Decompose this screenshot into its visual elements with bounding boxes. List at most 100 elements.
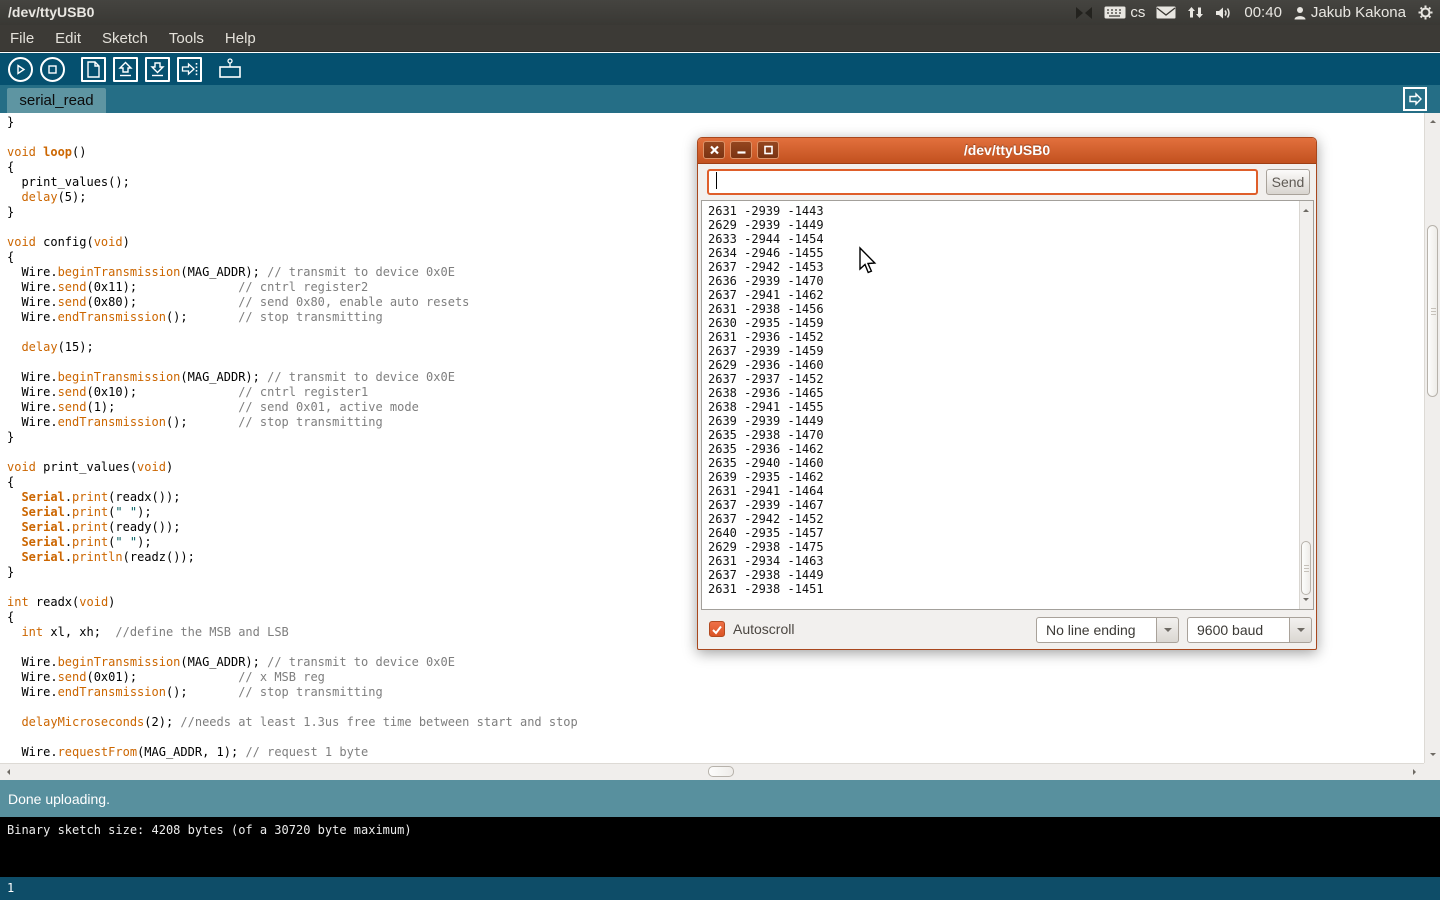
system-tray: cs 00:40 Jakub Kakona [1075, 0, 1434, 25]
serial-row: 2637 -2939 -1459 [708, 344, 824, 358]
minimize-button[interactable] [730, 141, 752, 159]
code-line [7, 730, 1424, 745]
user-session-indicator[interactable]: Jakub Kakona [1293, 4, 1406, 21]
verify-play-icon [7, 56, 34, 83]
serial-row: 2634 -2946 -1455 [708, 246, 824, 260]
baud-rate-select[interactable]: 9600 baud [1187, 617, 1290, 643]
session-gear-icon[interactable] [1417, 4, 1434, 21]
menu-item-sketch[interactable]: Sketch [102, 30, 148, 47]
serial-row: 2631 -2938 -1451 [708, 582, 824, 596]
console-output: Binary sketch size: 4208 bytes (of a 307… [0, 817, 1440, 877]
serial-row: 2639 -2939 -1449 [708, 414, 824, 428]
serial-row: 2631 -2934 -1463 [708, 554, 824, 568]
stop-button[interactable] [39, 56, 66, 83]
serial-row: 2630 -2935 -1459 [708, 316, 824, 330]
clock-indicator[interactable]: 00:40 [1244, 4, 1282, 21]
serial-row: 2635 -2940 -1460 [708, 456, 824, 470]
scroll-left-arrow-icon[interactable] [4, 769, 10, 775]
network-arrows-icon[interactable] [1187, 6, 1204, 19]
tab-menu-button[interactable] [1403, 87, 1427, 111]
serial-row: 2633 -2944 -1454 [708, 232, 824, 246]
save-button[interactable] [144, 56, 171, 83]
clock-label: 00:40 [1244, 4, 1282, 21]
serial-monitor-icon [217, 57, 244, 81]
maximize-button[interactable] [757, 141, 779, 159]
menu-bar: File Edit Sketch Tools Help [0, 25, 1440, 52]
text-caret [716, 172, 717, 189]
notifications-icon[interactable] [1075, 6, 1093, 20]
serial-scroll-thumb[interactable] [1301, 541, 1311, 595]
code-line: Wire.requestFrom(MAG_ADDR, 1); // reques… [7, 745, 1424, 760]
console-text: Binary sketch size: 4208 bytes (of a 307… [7, 823, 412, 837]
scroll-down-arrow-icon[interactable] [1430, 753, 1436, 759]
user-icon [1293, 6, 1307, 20]
editor-vertical-scrollbar[interactable] [1424, 113, 1440, 763]
verify-button[interactable] [7, 56, 34, 83]
code-line: Wire.send(0x01); // x MSB reg [7, 670, 1424, 685]
line-ending-select[interactable]: No line ending [1036, 617, 1157, 643]
menu-item-help[interactable]: Help [225, 30, 256, 47]
scroll-right-arrow-icon[interactable] [1413, 769, 1419, 775]
serial-row: 2637 -2939 -1467 [708, 498, 824, 512]
chevron-down-icon [1297, 628, 1305, 636]
mouse-cursor [857, 246, 879, 276]
line-number: 1 [7, 881, 14, 895]
menu-item-tools[interactable]: Tools [169, 30, 204, 47]
serial-output-scrollbar[interactable] [1299, 201, 1313, 609]
serial-row: 2639 -2935 -1462 [708, 470, 824, 484]
serial-row: 2637 -2938 -1449 [708, 568, 824, 582]
scroll-up-arrow-icon[interactable] [1430, 117, 1436, 123]
keyboard-layout-indicator[interactable]: cs [1104, 4, 1145, 21]
tab-serial-read[interactable]: serial_read [7, 88, 106, 113]
serial-send-input[interactable] [707, 169, 1258, 195]
stop-icon [39, 56, 66, 83]
menu-item-edit[interactable]: Edit [55, 30, 81, 47]
serial-output-area: 2631 -2939 -14432629 -2939 -14492633 -29… [701, 200, 1314, 610]
minimize-icon [736, 145, 747, 155]
serial-monitor-title: /dev/ttyUSB0 [698, 138, 1316, 163]
serial-row: 2637 -2942 -1453 [708, 260, 824, 274]
serial-row: 2638 -2941 -1455 [708, 400, 824, 414]
serial-scroll-down-icon[interactable] [1303, 598, 1309, 604]
serial-row: 2631 -2939 -1443 [708, 204, 824, 218]
code-line: Wire.endTransmission(); // stop transmit… [7, 685, 1424, 700]
serial-row: 2637 -2941 -1462 [708, 288, 824, 302]
code-line: Wire.beginTransmission(MAG_ADDR); // tra… [7, 655, 1424, 670]
close-icon [709, 145, 720, 155]
serial-row: 2640 -2935 -1457 [708, 526, 824, 540]
serial-row: 2629 -2939 -1449 [708, 218, 824, 232]
serial-scroll-up-icon[interactable] [1303, 206, 1309, 212]
new-sketch-button[interactable] [80, 56, 107, 83]
chevron-down-icon [1164, 628, 1172, 636]
volume-icon[interactable] [1215, 6, 1233, 20]
status-bar: Done uploading. [0, 780, 1440, 817]
editor-vscroll-thumb[interactable] [1427, 225, 1438, 397]
send-button[interactable]: Send [1266, 169, 1310, 195]
line-number-bar: 1 [0, 877, 1440, 900]
serial-row: 2636 -2939 -1470 [708, 274, 824, 288]
window-title: /dev/ttyUSB0 [8, 4, 94, 20]
upload-button[interactable] [176, 56, 203, 83]
tab-label: serial_read [19, 92, 93, 109]
menu-item-file[interactable]: File [10, 30, 34, 47]
close-button[interactable] [703, 141, 725, 159]
serial-monitor-window: /dev/ttyUSB0 Send 2631 -2939 -14432629 -… [697, 137, 1317, 650]
serial-row: 2629 -2936 -1460 [708, 358, 824, 372]
open-button[interactable] [112, 56, 139, 83]
serial-row: 2631 -2936 -1452 [708, 330, 824, 344]
mail-icon[interactable] [1156, 6, 1176, 19]
line-ending-dropdown-button[interactable] [1156, 617, 1179, 643]
baud-dropdown-button[interactable] [1289, 617, 1312, 643]
serial-monitor-button[interactable] [217, 56, 244, 83]
editor-hscroll-thumb[interactable] [708, 766, 734, 777]
status-message: Done uploading. [8, 791, 110, 807]
new-document-icon [83, 59, 104, 80]
editor-horizontal-scrollbar[interactable] [0, 763, 1424, 780]
maximize-icon [763, 145, 774, 155]
serial-row: 2637 -2937 -1452 [708, 372, 824, 386]
serial-monitor-titlebar[interactable]: /dev/ttyUSB0 [698, 138, 1316, 164]
user-name-label: Jakub Kakona [1311, 4, 1406, 21]
tab-arrow-icon [1406, 90, 1424, 108]
autoscroll-checkbox[interactable] [709, 621, 725, 637]
arrow-right-upload-icon [179, 59, 200, 80]
